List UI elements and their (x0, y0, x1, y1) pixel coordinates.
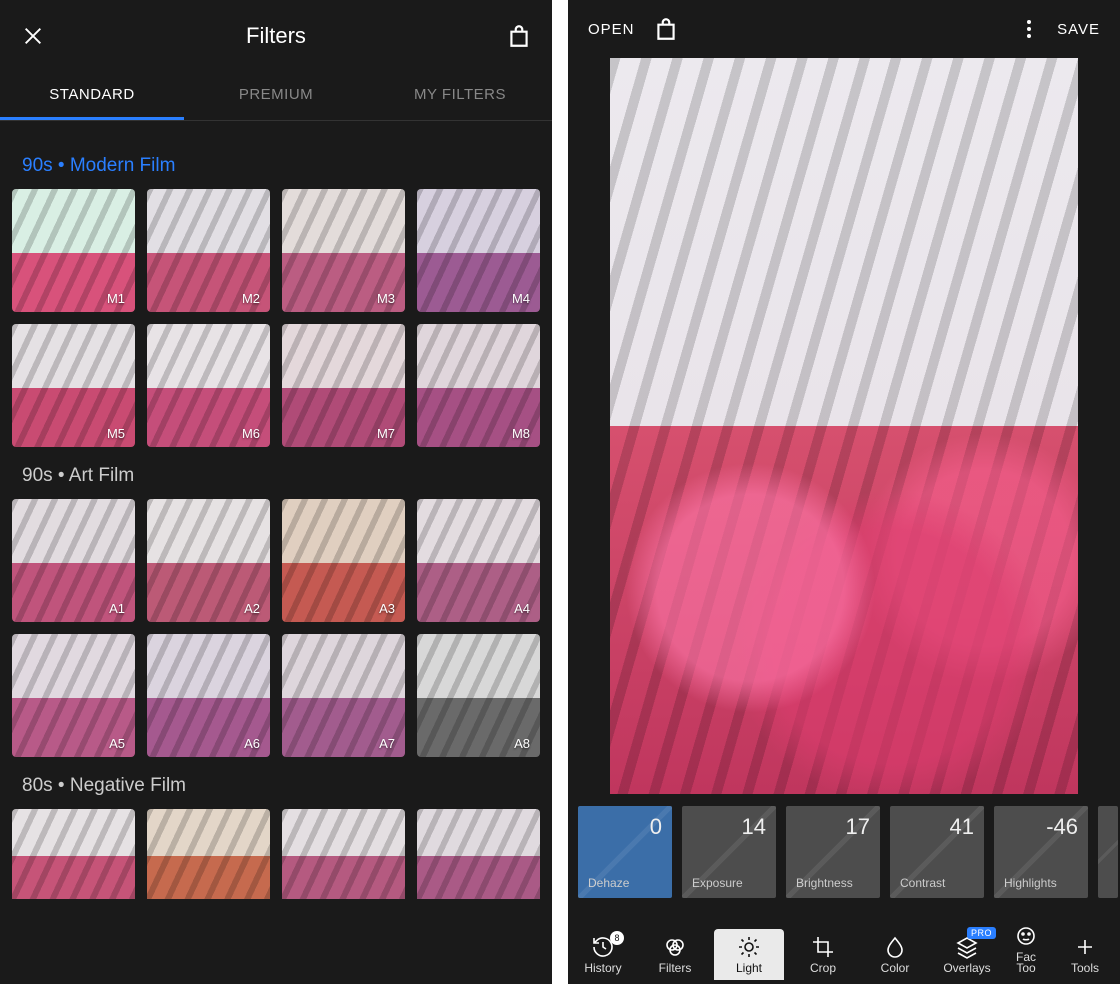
filter-thumb[interactable] (147, 809, 270, 899)
filter-groups-scroll[interactable]: 90s • Modern Film M1 M2 M3 M4 M5 M6 M7 M8 90s • A… (0, 121, 552, 982)
bottom-toolbar: History 8 Filters Light Crop Color Overlays PRO… (568, 898, 1120, 984)
tool-history[interactable]: History 8 (568, 929, 638, 980)
filter-thumb-a3[interactable]: A3 (282, 499, 405, 622)
tool-label: Overlays (943, 963, 990, 974)
open-button[interactable]: OPEN (588, 21, 635, 38)
adjustments-row[interactable]: 0 Dehaze 14 Exposure 17 Brightness 41 Contrast -… (568, 806, 1120, 898)
adjust-brightness[interactable]: 17 Brightness (786, 806, 880, 898)
more-menu-icon[interactable] (1019, 19, 1039, 39)
tab-premium[interactable]: PREMIUM (184, 72, 368, 120)
filter-thumb-label: A2 (244, 601, 260, 616)
tool-crop[interactable]: Crop (788, 929, 858, 980)
adjust-value: 14 (692, 814, 766, 840)
filter-thumb-m3[interactable]: M3 (282, 189, 405, 312)
filter-thumb-label: A6 (244, 736, 260, 751)
adjust-exposure[interactable]: 14 Exposure (682, 806, 776, 898)
filter-group-title[interactable]: 90s • Art Film (22, 465, 540, 487)
tool-filters[interactable]: Filters (640, 929, 710, 980)
filter-thumb-grid (12, 809, 540, 899)
filter-thumb[interactable] (417, 809, 540, 899)
adjust-value: 0 (588, 814, 662, 840)
filter-thumb-m4[interactable]: M4 (417, 189, 540, 312)
filter-thumb-label: M4 (512, 291, 530, 306)
filter-group-title[interactable]: 80s • Negative Film (22, 775, 540, 797)
filter-thumb-m6[interactable]: M6 (147, 324, 270, 447)
filter-group-title[interactable]: 90s • Modern Film (22, 155, 540, 177)
filter-thumb-label: M3 (377, 291, 395, 306)
filter-thumb-a6[interactable]: A6 (147, 634, 270, 757)
tool-label: Tools (1071, 963, 1099, 974)
close-icon[interactable] (20, 23, 46, 49)
tool-tools[interactable]: Tools (1050, 929, 1120, 980)
image-preview-area (568, 58, 1120, 806)
filters-header: Filters (0, 0, 552, 72)
filter-thumb-a5[interactable]: A5 (12, 634, 135, 757)
filters-title: Filters (46, 23, 506, 49)
filter-thumb-label: A1 (109, 601, 125, 616)
image-preview[interactable] (610, 58, 1078, 794)
adjust-more[interactable] (1098, 806, 1118, 898)
tool-label: History (584, 963, 621, 974)
filter-thumb-label: M5 (107, 426, 125, 441)
tool-label: Light (736, 963, 762, 974)
adjust-label: Highlights (1004, 876, 1078, 890)
panel-gap (552, 0, 568, 984)
adjust-contrast[interactable]: 41 Contrast (890, 806, 984, 898)
filter-thumb-m8[interactable]: M8 (417, 324, 540, 447)
pro-badge: PRO (967, 927, 996, 939)
tool-color[interactable]: Color (860, 929, 930, 980)
editor-header: OPEN SAVE (568, 0, 1120, 58)
tool-light[interactable]: Light (714, 929, 784, 980)
tool-face-tools[interactable]: Fac Too (1004, 918, 1048, 980)
tool-label: Filters (659, 963, 692, 974)
adjust-value: 17 (796, 814, 870, 840)
save-button[interactable]: SAVE (1057, 21, 1100, 38)
adjust-label: Dehaze (588, 876, 662, 890)
filter-thumb-grid: A1 A2 A3 A4 A5 A6 A7 A8 (12, 499, 540, 757)
adjust-label: Exposure (692, 876, 766, 890)
adjust-value: 41 (900, 814, 974, 840)
shopping-bag-icon[interactable] (653, 16, 679, 42)
history-count-badge: 8 (610, 931, 624, 945)
adjust-value: -46 (1004, 814, 1078, 840)
tab-standard[interactable]: STANDARD (0, 72, 184, 120)
filter-tabs: STANDARDPREMIUMMY FILTERS (0, 72, 552, 121)
filters-panel: Filters STANDARDPREMIUMMY FILTERS 90s • … (0, 0, 552, 984)
filter-thumb-label: M6 (242, 426, 260, 441)
filter-thumb-a2[interactable]: A2 (147, 499, 270, 622)
filter-thumb-label: M7 (377, 426, 395, 441)
filter-thumb-label: M2 (242, 291, 260, 306)
adjust-label: Brightness (796, 876, 870, 890)
filter-thumb-label: M1 (107, 291, 125, 306)
adjust-dehaze[interactable]: 0 Dehaze (578, 806, 672, 898)
tab-my-filters[interactable]: MY FILTERS (368, 72, 552, 120)
adjust-label: Contrast (900, 876, 974, 890)
filter-thumb-grid: M1 M2 M3 M4 M5 M6 M7 M8 (12, 189, 540, 447)
filter-thumb-m2[interactable]: M2 (147, 189, 270, 312)
tool-overlays[interactable]: Overlays PRO (932, 929, 1002, 980)
adjust-highlights[interactable]: -46 Highlights (994, 806, 1088, 898)
filter-thumb-label: M8 (512, 426, 530, 441)
filter-thumb-a7[interactable]: A7 (282, 634, 405, 757)
filter-thumb-label: A4 (514, 601, 530, 616)
filter-thumb-m5[interactable]: M5 (12, 324, 135, 447)
filter-thumb-a4[interactable]: A4 (417, 499, 540, 622)
editor-panel: OPEN SAVE 0 Dehaze 14 Exposure 17 Brightness 4… (568, 0, 1120, 984)
filter-thumb-m7[interactable]: M7 (282, 324, 405, 447)
filter-thumb-m1[interactable]: M1 (12, 189, 135, 312)
shopping-bag-icon[interactable] (506, 23, 532, 49)
tool-label: Crop (810, 963, 836, 974)
filter-thumb[interactable] (282, 809, 405, 899)
tool-label: Color (881, 963, 910, 974)
filter-thumb-label: A7 (379, 736, 395, 751)
filter-thumb-label: A3 (379, 601, 395, 616)
tool-label: Fac Too (1016, 952, 1036, 974)
filter-thumb-a8[interactable]: A8 (417, 634, 540, 757)
filter-thumb[interactable] (12, 809, 135, 899)
filter-thumb-a1[interactable]: A1 (12, 499, 135, 622)
filter-thumb-label: A8 (514, 736, 530, 751)
filter-thumb-label: A5 (109, 736, 125, 751)
